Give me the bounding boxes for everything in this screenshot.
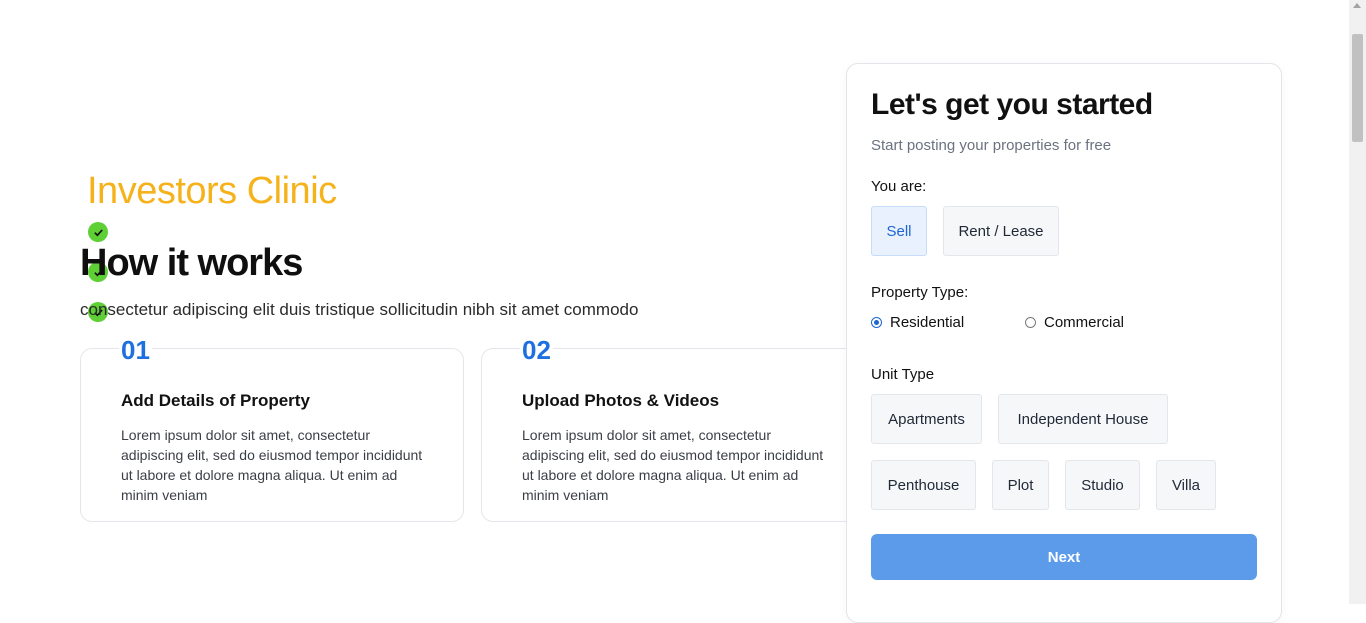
option-rent-lease[interactable]: Rent / Lease (943, 206, 1059, 256)
step-title: Add Details of Property (121, 391, 310, 410)
unit-apartments[interactable]: Apartments (871, 394, 982, 444)
radio-commercial[interactable]: Commercial (1025, 314, 1124, 331)
unit-independent-house[interactable]: Independent House (998, 394, 1168, 444)
brand-logo[interactable]: Investors Clinic (87, 170, 337, 213)
unit-plot[interactable]: Plot (992, 460, 1049, 510)
step-description: Lorem ipsum dolor sit amet, consectetur … (522, 427, 824, 503)
step-number: 01 (119, 335, 152, 366)
option-sell[interactable]: Sell (871, 206, 927, 256)
radio-label: Residential (890, 314, 965, 331)
get-started-form: Let's get you started Start posting your… (846, 63, 1282, 623)
form-title: Let's get you started (871, 88, 1153, 121)
property-type-label: Property Type: (871, 284, 969, 301)
step-card: 02 Upload Photos & Videos Lorem ipsum do… (481, 335, 865, 522)
radio-label: Commercial (1044, 314, 1125, 331)
step-description: Lorem ipsum dolor sit amet, consectetur … (121, 427, 423, 503)
section-title: How it works (80, 242, 303, 284)
radio-residential[interactable]: Residential (871, 314, 964, 331)
unit-penthouse[interactable]: Penthouse (871, 460, 976, 510)
scroll-thumb[interactable] (1352, 34, 1363, 142)
step-title: Upload Photos & Videos (522, 391, 720, 410)
step-number: 02 (520, 335, 553, 366)
page-scrollbar[interactable] (1349, 0, 1366, 604)
scroll-up-arrow-icon[interactable] (1353, 3, 1361, 8)
you-are-label: You are: (871, 178, 927, 195)
step-card: 01 Add Details of Property Lorem ipsum d… (80, 335, 464, 522)
section-subtitle: consectetur adipiscing elit duis tristiq… (80, 300, 639, 319)
unit-villa[interactable]: Villa (1156, 460, 1216, 510)
radio-selected-icon (871, 317, 882, 328)
form-subtitle: Start posting your properties for free (871, 137, 1112, 154)
check-circle-icon (88, 222, 108, 242)
next-button[interactable]: Next (871, 534, 1257, 580)
unit-studio[interactable]: Studio (1065, 460, 1140, 510)
radio-unselected-icon (1025, 317, 1036, 328)
unit-type-label: Unit Type (871, 366, 935, 383)
